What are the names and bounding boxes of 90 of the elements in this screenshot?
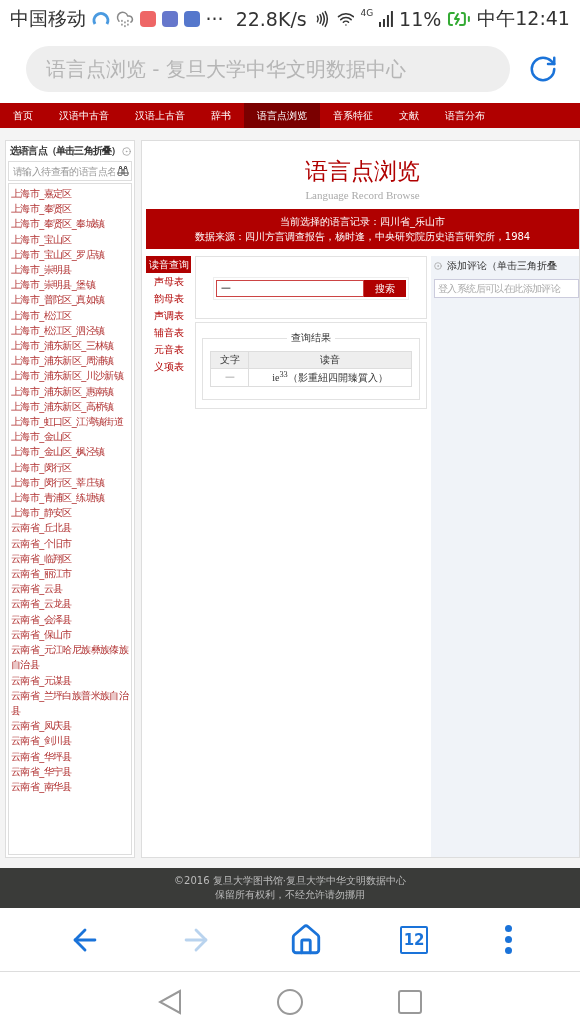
- network-speed: 22.8K/s: [235, 8, 307, 30]
- location-link[interactable]: 云南省_凤庆县: [11, 718, 129, 734]
- location-link[interactable]: 上海市_浦东新区_周浦镇: [11, 353, 129, 369]
- more-icon: [504, 925, 512, 954]
- cloud-icon: [115, 10, 134, 28]
- menu-item[interactable]: 声母表: [146, 273, 191, 290]
- location-search-field[interactable]: 请输入待查看的语言点名: [8, 161, 132, 181]
- location-link[interactable]: 云南省_元谋县: [11, 672, 129, 688]
- page-subtitle: Language Record Browse: [304, 189, 421, 201]
- collapse-icon[interactable]: [434, 262, 442, 270]
- wifi-icon: [336, 10, 355, 28]
- battery-percent: 11%: [399, 8, 442, 30]
- menu-item[interactable]: 声调表: [146, 307, 191, 324]
- location-link[interactable]: 云南省_兰坪白族普米族自治县: [11, 687, 129, 719]
- menu-button[interactable]: [504, 925, 512, 954]
- location-link[interactable]: 上海市_虹口区_江湾镇街道: [11, 414, 129, 430]
- location-link[interactable]: 上海市_普陀区_真如镇: [11, 292, 129, 308]
- nav-tab[interactable]: 语言点浏览: [244, 103, 320, 128]
- nav-tab[interactable]: 辞书: [198, 103, 244, 128]
- nav-tab[interactable]: 音系特征: [320, 103, 386, 128]
- binoculars-icon[interactable]: [117, 165, 129, 177]
- location-link[interactable]: 云南省_南华县: [11, 778, 129, 795]
- nav-tab[interactable]: 首页: [0, 103, 46, 128]
- comments-title: 添加评论（单击三角折叠: [447, 259, 557, 273]
- back-triangle-icon[interactable]: [158, 988, 182, 1015]
- location-link[interactable]: 上海市_奉贤区_奉城镇: [11, 216, 129, 232]
- location-link[interactable]: 上海市_静安区: [11, 505, 129, 521]
- data-source: 数据来源：四川方言调查报告，杨时逢，中央研究院历史语言研究所，1984: [193, 230, 532, 244]
- location-link[interactable]: 上海市_浦东新区_川沙新镇: [11, 368, 129, 384]
- location-link[interactable]: 云南省_云县: [11, 581, 129, 597]
- carrier-name: 中国移动: [10, 6, 86, 31]
- recents-square-icon[interactable]: [398, 989, 422, 1014]
- app-icon: [183, 11, 200, 27]
- more-notifications: ···: [205, 8, 224, 30]
- app-icon: [139, 11, 156, 27]
- location-link[interactable]: 上海市_崇明县: [11, 262, 129, 278]
- menu-item[interactable]: 义项表: [146, 358, 191, 375]
- reload-button[interactable]: [528, 54, 558, 84]
- location-link[interactable]: 上海市_松江区: [11, 307, 129, 323]
- location-link[interactable]: 上海市_浦东新区_高桥镇: [11, 398, 129, 415]
- location-link[interactable]: 云南省_元江哈尼族彝族傣族自治县: [11, 642, 129, 673]
- location-link[interactable]: 上海市_金山区: [11, 429, 129, 445]
- footer-text: ©2016 复旦大学图书馆·复旦大学中华文明数据中心: [174, 874, 406, 888]
- location-link[interactable]: 上海市_浦东新区_三林镇: [11, 338, 129, 354]
- location-link[interactable]: 上海市_青浦区_练塘镇: [11, 490, 129, 506]
- location-link[interactable]: 云南省_丘北县: [11, 520, 129, 536]
- location-link[interactable]: 云南省_华宁县: [11, 763, 129, 779]
- location-link[interactable]: 上海市_闵行区_莘庄镇: [11, 474, 129, 491]
- home-circle-icon[interactable]: [277, 988, 303, 1015]
- collapse-icon[interactable]: [122, 146, 131, 156]
- location-link[interactable]: 上海市_嘉定区: [11, 186, 129, 202]
- tabs-button[interactable]: 12: [400, 925, 429, 954]
- nav-tab[interactable]: 语言分布: [432, 103, 498, 128]
- nav-tab[interactable]: 文献: [386, 103, 432, 128]
- location-link[interactable]: 云南省_丽江市: [11, 566, 129, 582]
- location-link[interactable]: 云南省_会泽县: [11, 611, 129, 627]
- app-icon: [161, 11, 178, 27]
- location-link[interactable]: 云南省_保山市: [11, 626, 129, 643]
- location-link[interactable]: 上海市_金山区_枫泾镇: [11, 444, 129, 460]
- location-link[interactable]: 云南省_云龙县: [11, 596, 129, 612]
- page-title: 语言点浏览: [304, 157, 421, 186]
- network-type: 4G: [360, 8, 374, 18]
- location-link[interactable]: 上海市_奉贤区: [11, 201, 129, 217]
- clock: 中午12:41: [477, 6, 570, 31]
- location-link[interactable]: 上海市_崇明县_堡镇: [11, 277, 129, 293]
- results-legend: 查询结果: [287, 331, 335, 345]
- search-field[interactable]: 一: [216, 280, 364, 297]
- location-link[interactable]: 上海市_浦东新区_惠南镇: [11, 383, 129, 399]
- location-link[interactable]: 云南省_华坪县: [11, 748, 129, 764]
- location-link[interactable]: 云南省_临翔区: [11, 550, 129, 567]
- menu-item[interactable]: 元音表: [146, 341, 191, 358]
- location-link[interactable]: 上海市_松江区_泗泾镇: [11, 322, 129, 339]
- location-link[interactable]: 云南省_剑川县: [11, 733, 129, 749]
- footer-text: 保留所有权利，不经允许请勿挪用: [215, 888, 365, 902]
- sidebar-title: 选语言点（单击三角折叠）: [10, 144, 121, 158]
- location-link[interactable]: 上海市_宝山区: [11, 231, 129, 247]
- location-link[interactable]: 上海市_宝山区_罗店镇: [11, 246, 129, 262]
- search-button[interactable]: 搜索: [364, 280, 406, 297]
- menu-item[interactable]: 读音查询: [146, 256, 191, 273]
- column-header: 读音: [248, 351, 412, 369]
- location-link[interactable]: 云南省_个旧市: [11, 535, 129, 551]
- current-record: 当前选择的语言记录：四川省_乐山市: [279, 215, 446, 229]
- menu-item[interactable]: 辅音表: [146, 324, 191, 341]
- nav-tab[interactable]: 汉语中古音: [46, 103, 122, 128]
- location-link[interactable]: 上海市_闵行区: [11, 459, 129, 475]
- nav-tab[interactable]: 汉语上古音: [122, 103, 198, 128]
- menu-item[interactable]: 韵母表: [146, 290, 191, 307]
- table-cell: ie$^{33}$（影重紐四開臻質入）: [248, 368, 412, 387]
- column-header: 文字: [210, 351, 249, 369]
- signal-icon: [379, 11, 394, 27]
